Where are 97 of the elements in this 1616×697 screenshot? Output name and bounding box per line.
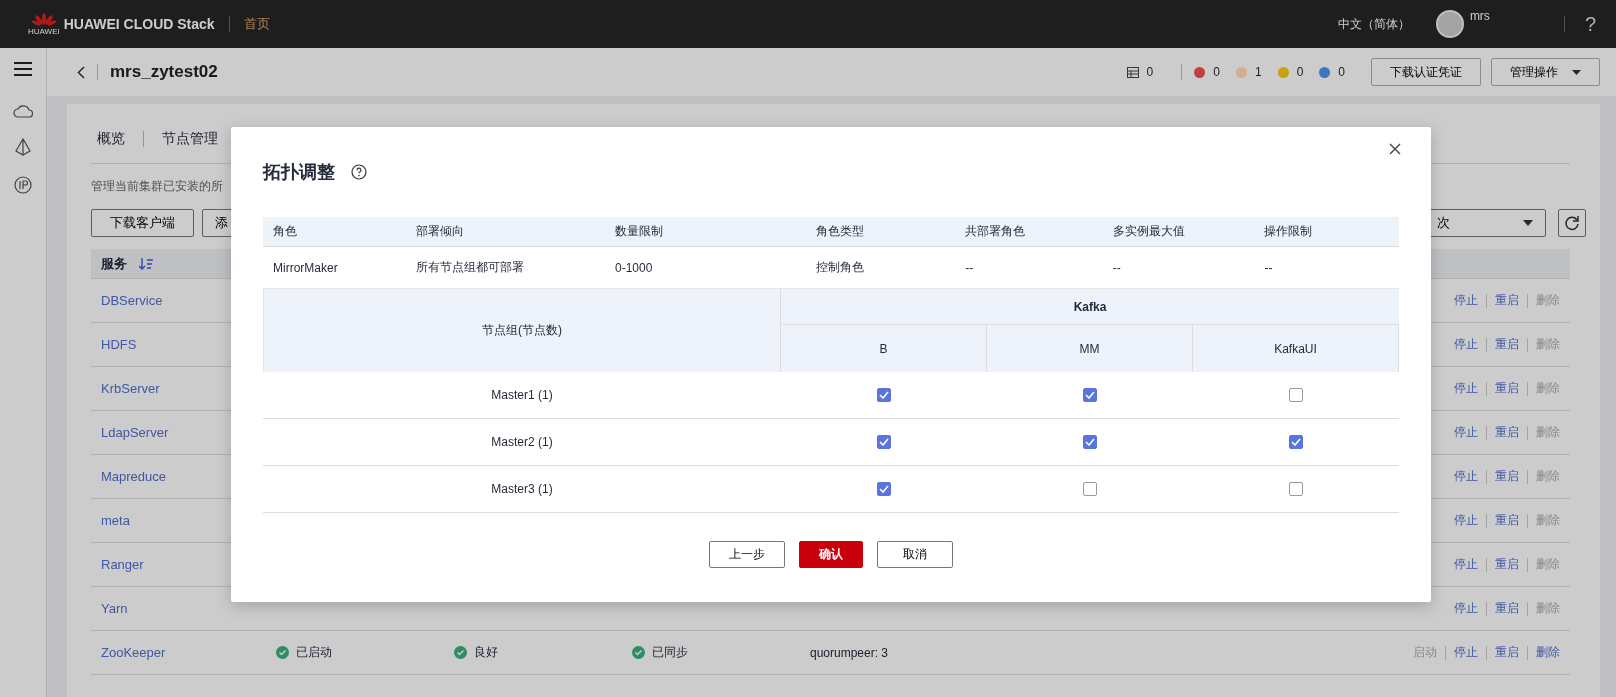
help-icon[interactable] [351,164,367,180]
checkbox[interactable] [877,435,891,449]
role-summary: quorumpeer: 3 [810,645,889,660]
download-button[interactable]: 下载认证凭证 [1371,58,1481,86]
column-header: KafkaUI [1193,325,1399,372]
menu-icon[interactable] [14,62,32,76]
action-link[interactable]: 停止 [1454,336,1478,353]
manage-menu-button[interactable]: 管理操作 [1491,58,1600,86]
checkbox[interactable] [1083,388,1097,402]
table-cell-text: -- [1263,260,1274,275]
action-link[interactable]: 停止 [1454,468,1478,485]
column-header: 节点组(节点数) [263,289,781,372]
avatar-icon[interactable] [1435,10,1464,38]
table-cell-text: 所有节点组都可部署 [414,259,525,276]
check-circle-icon [632,646,645,659]
cluster-title: mrs_zytest02 [110,62,218,82]
tab[interactable]: 节点管理 [156,129,224,148]
column-header: 多实例最大值 [1111,223,1186,240]
service-link[interactable]: Yarn [101,601,276,616]
confirm-button[interactable]: 确认 [799,541,863,568]
alarm-count: 0 [1213,65,1220,79]
home-link[interactable]: 首页 [243,15,270,33]
logo-text: HUAWEI [28,26,60,36]
status-text: 已启动 [296,644,332,661]
caret-icon [1523,220,1533,226]
action-link[interactable]: 停止 [1454,600,1478,617]
column-header: Kafka [781,289,1399,325]
action-button[interactable]: 下载客户端 [91,209,194,237]
alarm-count: 0 [1296,65,1304,79]
action-link[interactable]: 重启 [1495,600,1519,617]
pyramid-icon[interactable] [15,138,31,156]
action-link[interactable]: 重启 [1495,380,1519,397]
action-link[interactable]: 停止 [1454,380,1478,397]
table-cell: Master2 (1) [263,419,781,466]
action-link[interactable]: 重启 [1495,424,1519,441]
action-link[interactable]: 停止 [1454,644,1478,661]
action-link[interactable]: 停止 [1454,424,1478,441]
action-link[interactable]: 停止 [1454,556,1478,573]
column-header: 角色类型 [814,223,865,240]
table-cell-text: 0-1000 [614,260,654,275]
checkbox[interactable] [1289,388,1303,402]
table-cell: Master1 (1) [263,372,781,419]
checkbox[interactable] [1289,482,1303,496]
ip-icon[interactable] [14,176,32,194]
alarm-count: 0 [1146,65,1154,79]
refresh-button[interactable] [1558,209,1586,237]
column-header: 数量限制 [614,223,664,240]
checkbox[interactable] [877,482,891,496]
action-link[interactable]: 重启 [1495,468,1519,485]
alarm-count: 0 [1338,65,1345,79]
table-cell-text: -- [964,260,975,275]
dialog-button[interactable]: 上一步 [709,541,785,568]
action-link[interactable]: 停止 [1454,512,1478,529]
table-icon [1126,66,1139,78]
check-circle-icon [276,646,289,659]
checkbox[interactable] [1083,435,1097,449]
user-name[interactable]: mrs [1469,9,1490,23]
table-cell-text: -- [1111,260,1122,275]
column-header: MM [987,325,1193,372]
checkbox[interactable] [1083,482,1097,496]
config-text: 已同步 [652,644,688,661]
help-button[interactable]: ? [1578,12,1596,36]
sort-icon[interactable] [139,257,153,270]
service-link[interactable]: ZooKeeper [101,645,276,660]
action-link[interactable]: 重启 [1495,292,1519,309]
action-link[interactable]: 重启 [1495,336,1519,353]
flower-logo-icon [31,12,56,27]
tab[interactable]: 概览 [91,129,131,148]
column-header: B [781,325,987,372]
dialog-title: 拓扑调整 [263,161,335,184]
column-header: 共部署角色 [964,223,1027,240]
action-link[interactable]: 重启 [1495,512,1519,529]
check-circle-icon [454,646,467,659]
alarm-count: 1 [1254,65,1262,79]
table-cell-text: 控制角色 [814,259,865,276]
description-text: 管理当前集群已安装的所 [91,178,224,195]
health-text: 良好 [474,644,498,661]
checkbox[interactable] [877,388,891,402]
cloud-icon[interactable] [13,104,33,118]
column-header: 服务 [101,254,127,273]
brand-name: HUAWEI CLOUD Stack [63,16,215,32]
refresh-icon [1564,215,1580,231]
action-link[interactable]: 重启 [1495,556,1519,573]
language-selector[interactable]: 中文（简体） [1331,14,1416,34]
dialog-button[interactable]: 取消 [877,541,953,568]
action-link[interactable]: 重启 [1495,644,1519,661]
table-cell-text: MirrorMaker [272,260,339,275]
close-icon[interactable] [1389,143,1401,155]
checkbox[interactable] [1289,435,1303,449]
back-icon[interactable] [77,65,85,79]
column-header: 操作限制 [1263,223,1314,240]
action-link[interactable]: 停止 [1454,292,1478,309]
column-header: 角色 [272,223,298,240]
action-link[interactable]: 删除 [1536,644,1560,661]
table-cell: Master3 (1) [263,466,781,513]
column-header: 部署倾向 [414,223,465,240]
caret-icon [1572,69,1581,75]
